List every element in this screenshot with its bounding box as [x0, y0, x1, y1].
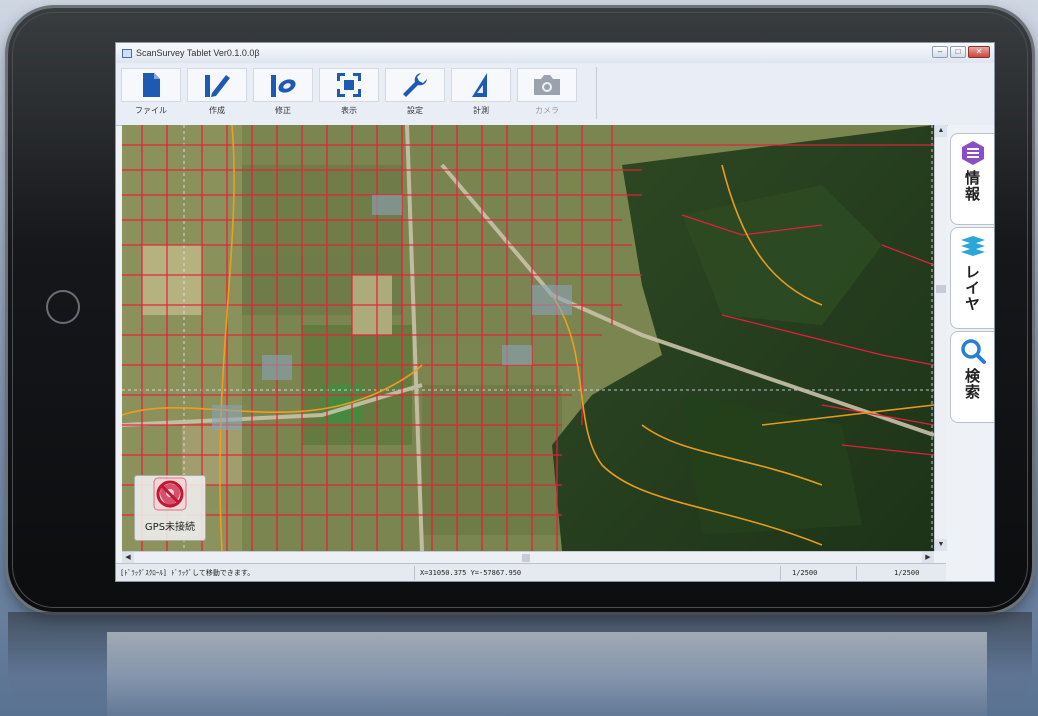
window-controls: – □ ✕ — [932, 46, 990, 58]
status-divider — [414, 566, 415, 580]
create-label: 作成 — [209, 106, 225, 115]
create-button[interactable]: 作成 — [186, 67, 248, 119]
modify-label: 修正 — [275, 106, 291, 115]
title-bar: ScanSurvey Tablet Ver0.1.0.0β – □ ✕ — [116, 43, 994, 64]
minimize-button[interactable]: – — [932, 46, 948, 58]
tablet-device: ScanSurvey Tablet Ver0.1.0.0β – □ ✕ ファイル — [8, 8, 1032, 612]
status-bar: [ﾄﾞﾗｯｸﾞｽｸﾛｰﾙ] ﾄﾞﾗｯｸﾞして移動できます。 X=31050.37… — [116, 563, 946, 581]
file-label: ファイル — [135, 106, 167, 115]
gps-status-label: GPS未接続 — [144, 522, 196, 533]
reflection-screen — [107, 632, 987, 716]
tab-info-label: 情報 — [963, 170, 981, 202]
search-icon — [960, 339, 986, 364]
edit-eraser-icon — [253, 68, 313, 102]
tablet-reflection — [8, 612, 1032, 716]
layers-icon — [960, 236, 985, 256]
scroll-down-arrow[interactable]: ▼ — [935, 539, 947, 551]
vertical-scroll-thumb[interactable] — [936, 285, 946, 293]
info-list-icon — [961, 141, 984, 165]
status-mode-text: [ﾄﾞﾗｯｸﾞｽｸﾛｰﾙ] ﾄﾞﾗｯｸﾞして移動できます。 — [120, 569, 255, 577]
view-label: 表示 — [341, 106, 357, 115]
maximize-button[interactable]: □ — [950, 46, 966, 58]
status-coordinates: X=31050.375 Y=-57867.950 — [420, 569, 522, 577]
app-window: ScanSurvey Tablet Ver0.1.0.0β – □ ✕ ファイル — [115, 42, 995, 582]
tab-search[interactable]: 検索 — [950, 331, 994, 423]
camera-icon — [517, 68, 577, 102]
camera-button[interactable]: カメラ — [516, 67, 578, 119]
measure-label: 計測 — [473, 106, 489, 115]
status-scale-2: 1/2500 — [894, 569, 920, 577]
vertical-scrollbar[interactable]: ▲ ▼ — [934, 125, 947, 551]
status-scale-1: 1/2500 — [792, 569, 818, 577]
toolbar: ファイル 作成 修正 表示 設定 計測 カメラ — [116, 63, 994, 126]
settings-label: 設定 — [407, 106, 423, 115]
measure-button[interactable]: 計測 — [450, 67, 512, 119]
window-title: ScanSurvey Tablet Ver0.1.0.0β — [136, 48, 260, 58]
tab-search-label: 検索 — [963, 368, 981, 400]
tab-layers[interactable]: レイヤ — [950, 227, 994, 329]
modify-button[interactable]: 修正 — [252, 67, 314, 119]
status-divider — [856, 566, 857, 580]
side-tab-panel: 情報 レイヤ 検索 — [948, 125, 994, 565]
settings-button[interactable]: 設定 — [384, 67, 446, 119]
gps-disconnected-icon — [153, 477, 187, 511]
horizontal-scroll-thumb[interactable] — [522, 554, 530, 562]
gps-status-panel[interactable]: GPS未接続 — [134, 475, 206, 541]
file-icon — [121, 68, 181, 102]
view-button[interactable]: 表示 — [318, 67, 380, 119]
file-button[interactable]: ファイル — [120, 67, 182, 119]
tab-layers-label: レイヤ — [963, 264, 981, 312]
scroll-up-arrow[interactable]: ▲ — [935, 125, 947, 137]
toolbar-divider — [596, 67, 597, 119]
view-frame-icon — [319, 68, 379, 102]
status-divider — [780, 566, 781, 580]
close-button[interactable]: ✕ — [968, 46, 990, 58]
measure-triangle-icon — [451, 68, 511, 102]
camera-label: カメラ — [535, 106, 559, 115]
tab-info[interactable]: 情報 — [950, 133, 994, 225]
app-icon — [122, 48, 132, 58]
home-button[interactable] — [46, 290, 80, 324]
map-canvas[interactable]: GPS未接続 — [122, 125, 934, 551]
wrench-icon — [385, 68, 445, 102]
toolbar-buttons: ファイル 作成 修正 表示 設定 計測 カメラ — [120, 67, 592, 119]
pen-create-icon — [187, 68, 247, 102]
